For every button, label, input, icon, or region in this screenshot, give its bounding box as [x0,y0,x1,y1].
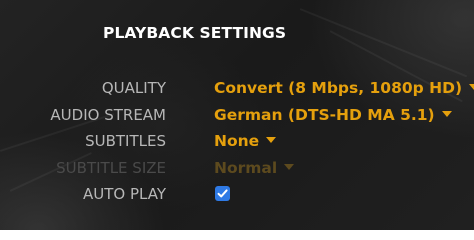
subtitles-value: None [214,132,260,150]
quality-value: Convert (8 Mbps, 1080p HD) [214,79,463,97]
setting-row-auto-play: AUTO PLAY [0,181,474,207]
quality-label: QUALITY [101,79,166,97]
subtitle-size-dropdown: Normal [214,155,295,181]
chevron-down-icon [266,136,277,143]
subtitle-size-value: Normal [214,159,278,177]
subtitles-dropdown[interactable]: None [214,128,277,154]
setting-row-subtitle-size: SUBTITLE SIZE Normal [0,155,474,181]
quality-dropdown[interactable]: Convert (8 Mbps, 1080p HD) [214,75,474,101]
chevron-down-icon [469,83,474,90]
subtitles-label: SUBTITLES [85,132,166,150]
setting-row-audio-stream: AUDIO STREAM German (DTS-HD MA 5.1) [0,102,474,128]
audio-stream-label: AUDIO STREAM [50,106,166,124]
panel-title: PLAYBACK SETTINGS [103,24,287,42]
background-streak [299,8,468,78]
playback-settings-panel: PLAYBACK SETTINGS QUALITY Convert (8 Mbp… [0,0,474,230]
setting-row-quality: QUALITY Convert (8 Mbps, 1080p HD) [0,75,474,101]
chevron-down-icon [441,110,452,117]
subtitle-size-label: SUBTITLE SIZE [56,159,166,177]
auto-play-checkbox[interactable] [215,186,230,201]
audio-stream-dropdown[interactable]: German (DTS-HD MA 5.1) [214,102,452,128]
audio-stream-value: German (DTS-HD MA 5.1) [214,106,435,124]
chevron-down-icon [284,163,295,170]
checkmark-icon [217,189,228,198]
setting-row-subtitles: SUBTITLES None [0,128,474,154]
auto-play-label: AUTO PLAY [83,185,166,203]
